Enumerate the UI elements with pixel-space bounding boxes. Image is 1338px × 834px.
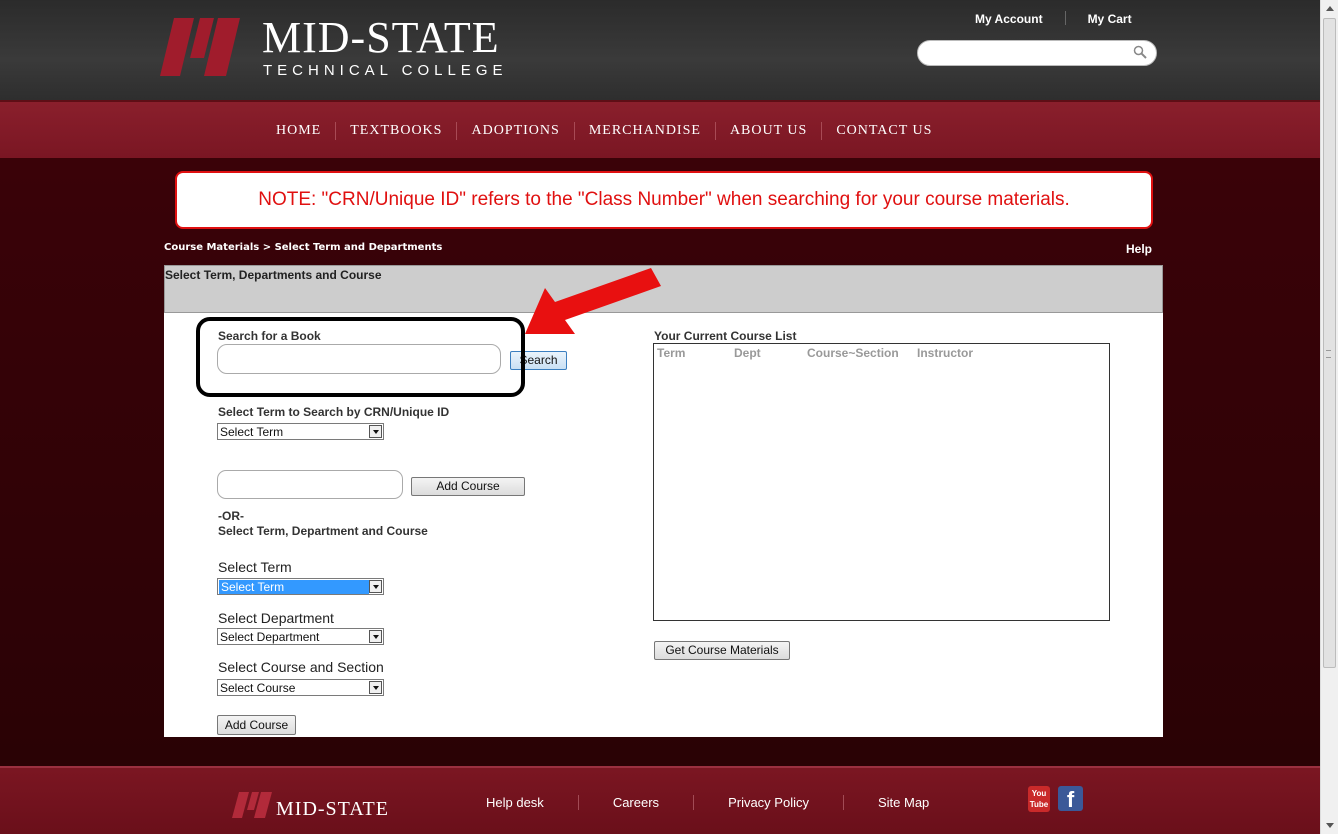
crn-add-course-button[interactable]: Add Course <box>411 477 525 496</box>
page-scrollbar[interactable] <box>1320 0 1338 834</box>
my-cart-link[interactable]: My Cart <box>1088 12 1132 26</box>
nav-home[interactable]: HOME <box>262 122 335 140</box>
footer-site-map-link[interactable]: Site Map <box>842 795 963 810</box>
main-nav: HOME TEXTBOOKS ADOPTIONS MERCHANDISE ABO… <box>0 100 1320 158</box>
chevron-down-icon[interactable] <box>369 425 382 438</box>
crn-input[interactable] <box>217 470 403 499</box>
site-search-input[interactable] <box>917 40 1157 66</box>
scroll-up-icon[interactable] <box>1326 6 1334 11</box>
chevron-down-icon[interactable] <box>369 681 382 694</box>
footer-logo-icon[interactable] <box>232 792 272 818</box>
help-link[interactable]: Help <box>1126 242 1152 256</box>
footer-help-desk-link[interactable]: Help desk <box>486 795 578 810</box>
column-instructor: Instructor <box>917 346 974 360</box>
term-select-value: Select Term <box>219 580 369 594</box>
course-list-box[interactable]: Term Dept Course~Section Instructor <box>653 343 1110 621</box>
college-logo-icon[interactable] <box>160 18 240 76</box>
crn-note: NOTE: "CRN/Unique ID" refers to the "Cla… <box>175 171 1153 229</box>
nav-adoptions[interactable]: ADOPTIONS <box>456 122 573 140</box>
nav-textbooks[interactable]: TEXTBOOKS <box>335 122 456 140</box>
youtube-icon[interactable]: You Tube <box>1028 786 1050 812</box>
department-select-value: Select Department <box>220 630 320 644</box>
course-label: Select Course and Section <box>218 659 384 675</box>
scrollbar-grip-icon <box>1326 350 1331 358</box>
add-course-button[interactable]: Add Course <box>217 715 296 735</box>
footer-privacy-policy-link[interactable]: Privacy Policy <box>693 795 843 810</box>
term-dept-course-label: Select Term, Department and Course <box>218 524 428 538</box>
scroll-down-icon[interactable] <box>1326 823 1334 828</box>
logo-subtitle: TECHNICAL COLLEGE <box>263 62 508 79</box>
term-select[interactable]: Select Term <box>217 578 384 595</box>
account-links: My Account My Cart <box>975 11 1132 26</box>
site-header: MID-STATE TECHNICAL COLLEGE My Account My… <box>0 0 1320 100</box>
crn-term-label: Select Term to Search by CRN/Unique ID <box>218 405 450 419</box>
course-list-title: Your Current Course List <box>654 329 797 343</box>
crn-term-select-value: Select Term <box>220 425 284 439</box>
get-course-materials-button[interactable]: Get Course Materials <box>654 641 790 660</box>
column-term: Term <box>657 346 686 360</box>
nav-contact-us[interactable]: CONTACT US <box>821 122 946 140</box>
department-select[interactable]: Select Department <box>217 628 384 645</box>
facebook-icon[interactable]: f <box>1058 786 1083 812</box>
column-course-section: Course~Section <box>807 346 899 360</box>
nav-about-us[interactable]: ABOUT US <box>714 122 821 140</box>
search-icon[interactable] <box>1133 45 1147 59</box>
term-label: Select Term <box>218 559 292 575</box>
chevron-down-icon[interactable] <box>369 580 382 593</box>
department-label: Select Department <box>218 610 334 626</box>
annotation-arrow-icon <box>525 268 661 334</box>
scrollbar-thumb[interactable] <box>1323 18 1336 668</box>
crn-term-select[interactable]: Select Term <box>217 423 384 440</box>
annotation-highlight-box <box>196 317 525 397</box>
divider <box>1064 11 1066 25</box>
nav-merchandise[interactable]: MERCHANDISE <box>573 122 715 140</box>
footer-links: Help desk Careers Privacy Policy Site Ma… <box>486 795 963 810</box>
chevron-down-icon[interactable] <box>369 630 382 643</box>
breadcrumb: Course Materials > Select Term and Depar… <box>164 242 443 253</box>
footer-logo-text[interactable]: MID-STATE <box>276 798 389 821</box>
site-footer: MID-STATE Help desk Careers Privacy Poli… <box>0 766 1320 834</box>
footer-careers-link[interactable]: Careers <box>577 795 693 810</box>
logo-title[interactable]: MID-STATE <box>262 16 500 60</box>
column-dept: Dept <box>734 346 761 360</box>
my-account-link[interactable]: My Account <box>975 12 1043 26</box>
or-label: -OR- <box>218 509 244 523</box>
course-select[interactable]: Select Course <box>217 679 384 696</box>
panel-title: Select Term, Departments and Course <box>165 268 382 282</box>
course-select-value: Select Course <box>220 681 296 695</box>
